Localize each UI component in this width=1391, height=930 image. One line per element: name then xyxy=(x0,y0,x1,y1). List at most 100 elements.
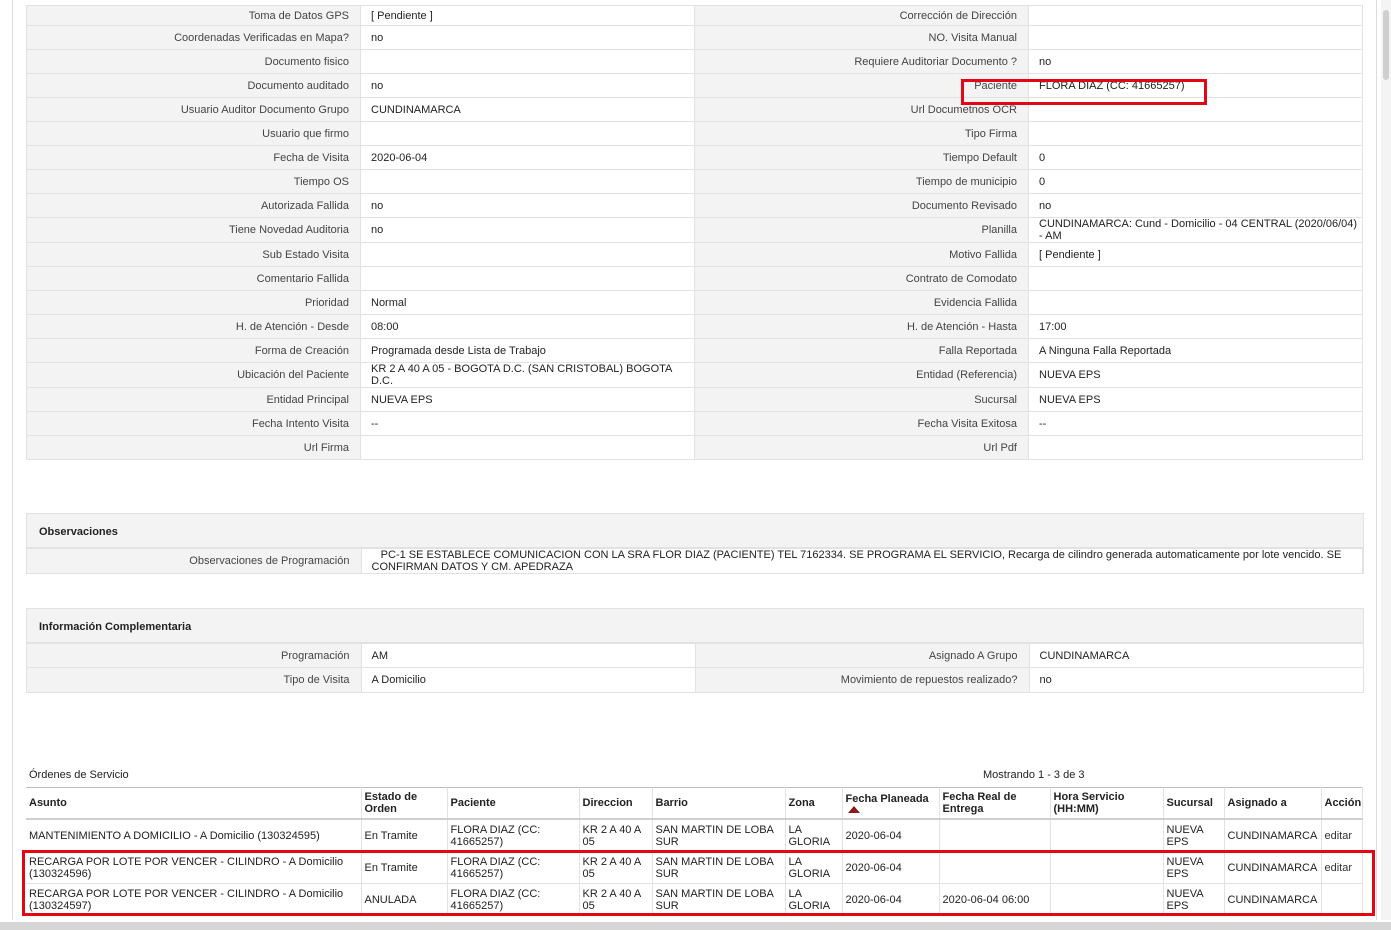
field-value xyxy=(1028,5,1363,26)
column-header-label: Hora Servicio (HH:MM) xyxy=(1053,791,1125,815)
detail-row: Entidad Principal NUEVA EPS Sucursal NUEVA … xyxy=(26,387,1363,412)
field-label: Url Documetnos OCR xyxy=(694,97,1029,122)
cell-text: 2020-06-04 xyxy=(845,893,902,906)
table-cell: NUEVA EPS xyxy=(1163,883,1225,916)
cell-text: NUEVA EPS xyxy=(1166,887,1203,912)
field-label: Fecha Intento Visita xyxy=(26,411,361,436)
table-cell xyxy=(1050,851,1164,884)
cell-text: NUEVA EPS xyxy=(1166,823,1203,848)
table-cell: KR 2 A 40 A 05 xyxy=(579,819,653,852)
field-label: Paciente xyxy=(694,73,1029,98)
field-label: Fecha de Visita xyxy=(26,145,361,170)
field-value xyxy=(360,266,695,291)
field-label: Corrección de Dirección xyxy=(694,5,1029,26)
table-cell: SAN MARTIN DE LOBA SUR xyxy=(652,851,786,884)
field-label: Asignado A Grupo xyxy=(695,643,1029,668)
edit-link[interactable]: editar xyxy=(1325,830,1353,842)
column-header[interactable]: Asunto xyxy=(26,787,362,820)
detail-row: Tiene Novedad Auditoria no Planilla CUNDIN… xyxy=(26,217,1363,243)
field-label: Tipo Firma xyxy=(694,121,1029,146)
column-header-label: Estado de Orden xyxy=(364,791,418,815)
column-header[interactable]: Direccion xyxy=(579,787,653,820)
cell-text: 2020-06-04 xyxy=(845,829,902,842)
field-value xyxy=(360,435,695,460)
field-value: no xyxy=(1028,193,1363,218)
field-label: Usuario que firmo xyxy=(26,121,361,146)
cell-text: 2020-06-04 xyxy=(845,861,902,874)
observaciones-table: Observaciones de Programación PC-1 SE ES… xyxy=(27,548,1363,573)
field-value xyxy=(360,242,695,267)
field-label: Falla Reportada xyxy=(694,338,1029,363)
table-cell: SAN MARTIN DE LOBA SUR xyxy=(652,819,786,852)
table-cell: 2020-06-04 xyxy=(842,819,940,852)
column-header[interactable]: Fecha Planeada xyxy=(842,787,940,820)
table-cell: LA GLORIA xyxy=(785,851,843,884)
vertical-scrollbar-thumb[interactable] xyxy=(1383,10,1389,80)
action-cell xyxy=(1321,883,1363,916)
field-value: -- xyxy=(360,411,695,436)
column-header[interactable]: Sucursal xyxy=(1163,787,1225,820)
cell-text: RECARGA POR LOTE POR VENCER - CILINDRO -… xyxy=(29,887,344,912)
table-cell: CUNDINAMARCA xyxy=(1224,819,1322,852)
table-cell: FLORA DIAZ (CC: 41665257) xyxy=(447,819,580,852)
field-label: Contrato de Comodato xyxy=(694,266,1029,291)
horizontal-scrollbar[interactable] xyxy=(0,922,1391,930)
table-cell: KR 2 A 40 A 05 xyxy=(579,883,653,916)
field-value: no xyxy=(360,193,695,218)
field-value: NUEVA EPS xyxy=(1028,362,1363,388)
table-cell: 2020-06-04 xyxy=(842,851,940,884)
cell-text: KR 2 A 40 A 05 xyxy=(582,855,641,880)
column-header[interactable]: Hora Servicio (HH:MM) xyxy=(1050,787,1164,820)
column-header[interactable]: Asignado a xyxy=(1224,787,1322,820)
field-value: FLORA DIAZ (CC: 41665257) xyxy=(1028,73,1363,98)
field-value: Normal xyxy=(360,290,695,315)
table-cell: En Tramite xyxy=(361,819,448,852)
cell-text: SAN MARTIN DE LOBA SUR xyxy=(655,887,774,912)
sort-ascending-icon[interactable] xyxy=(847,806,860,813)
table-cell: 2020-06-04 06:00 xyxy=(939,883,1051,916)
field-label: Tiempo de municipio xyxy=(694,169,1029,194)
cell-text: RECARGA POR LOTE POR VENCER - CILINDRO -… xyxy=(29,855,344,880)
action-cell: editar xyxy=(1321,819,1363,852)
cell-text: FLORA DIAZ (CC: 41665257) xyxy=(450,823,541,848)
service-orders-table: Asunto Estado de Orden Paciente Direccion Ba… xyxy=(26,787,1363,916)
cell-text: KR 2 A 40 A 05 xyxy=(582,887,641,912)
visit-detail-table: Toma de Datos GPS[ Pendiente ] Corrección… xyxy=(26,5,1363,460)
field-value xyxy=(360,49,695,74)
column-header[interactable]: Paciente xyxy=(447,787,580,820)
field-value: CUNDINAMARCA xyxy=(360,97,695,122)
cell-text: En Tramite xyxy=(364,829,418,842)
table-cell: LA GLORIA xyxy=(785,883,843,916)
detail-row: H. de Atención - Desde 08:00 H. de Atenció… xyxy=(26,314,1363,339)
column-header[interactable]: Fecha Real de Entrega xyxy=(939,787,1051,820)
edit-link[interactable]: editar xyxy=(1325,862,1353,874)
table-cell: NUEVA EPS xyxy=(1163,851,1225,884)
column-header[interactable]: Zona xyxy=(785,787,843,820)
cell-text: En Tramite xyxy=(364,861,418,874)
column-header[interactable]: Estado de Orden xyxy=(361,787,448,820)
field-value: no xyxy=(360,217,695,243)
field-value: no xyxy=(360,73,695,98)
field-label: Coordenadas Verificadas en Mapa? xyxy=(26,25,361,50)
observaciones-label: Observaciones de Programación xyxy=(27,548,361,573)
table-row: RECARGA POR LOTE POR VENCER - CILINDRO -… xyxy=(26,851,1363,884)
orders-count: Mostrando 1 - 3 de 3 xyxy=(983,769,1085,781)
cell-text: NUEVA EPS xyxy=(1166,855,1203,880)
column-header[interactable]: Barrio xyxy=(652,787,786,820)
orders-title: Órdenes de Servicio xyxy=(29,769,129,781)
field-value: no xyxy=(360,25,695,50)
vertical-scrollbar[interactable] xyxy=(1381,0,1391,920)
field-value: NUEVA EPS xyxy=(1028,387,1363,412)
field-value: 0 xyxy=(1028,145,1363,170)
observaciones-title: Observaciones xyxy=(27,514,1363,548)
table-cell: CUNDINAMARCA xyxy=(1224,851,1322,884)
table-cell: En Tramite xyxy=(361,851,448,884)
table-cell: RECARGA POR LOTE POR VENCER - CILINDRO -… xyxy=(26,883,362,916)
field-label: Evidencia Fallida xyxy=(694,290,1029,315)
field-value: NUEVA EPS xyxy=(360,387,695,412)
field-value xyxy=(360,169,695,194)
detail-row: Url Firma Url Pdf xyxy=(26,435,1363,460)
field-value: [ Pendiente ] xyxy=(360,5,695,26)
column-header[interactable]: Acción xyxy=(1321,787,1363,820)
cell-text: CUNDINAMARCA xyxy=(1227,861,1318,874)
